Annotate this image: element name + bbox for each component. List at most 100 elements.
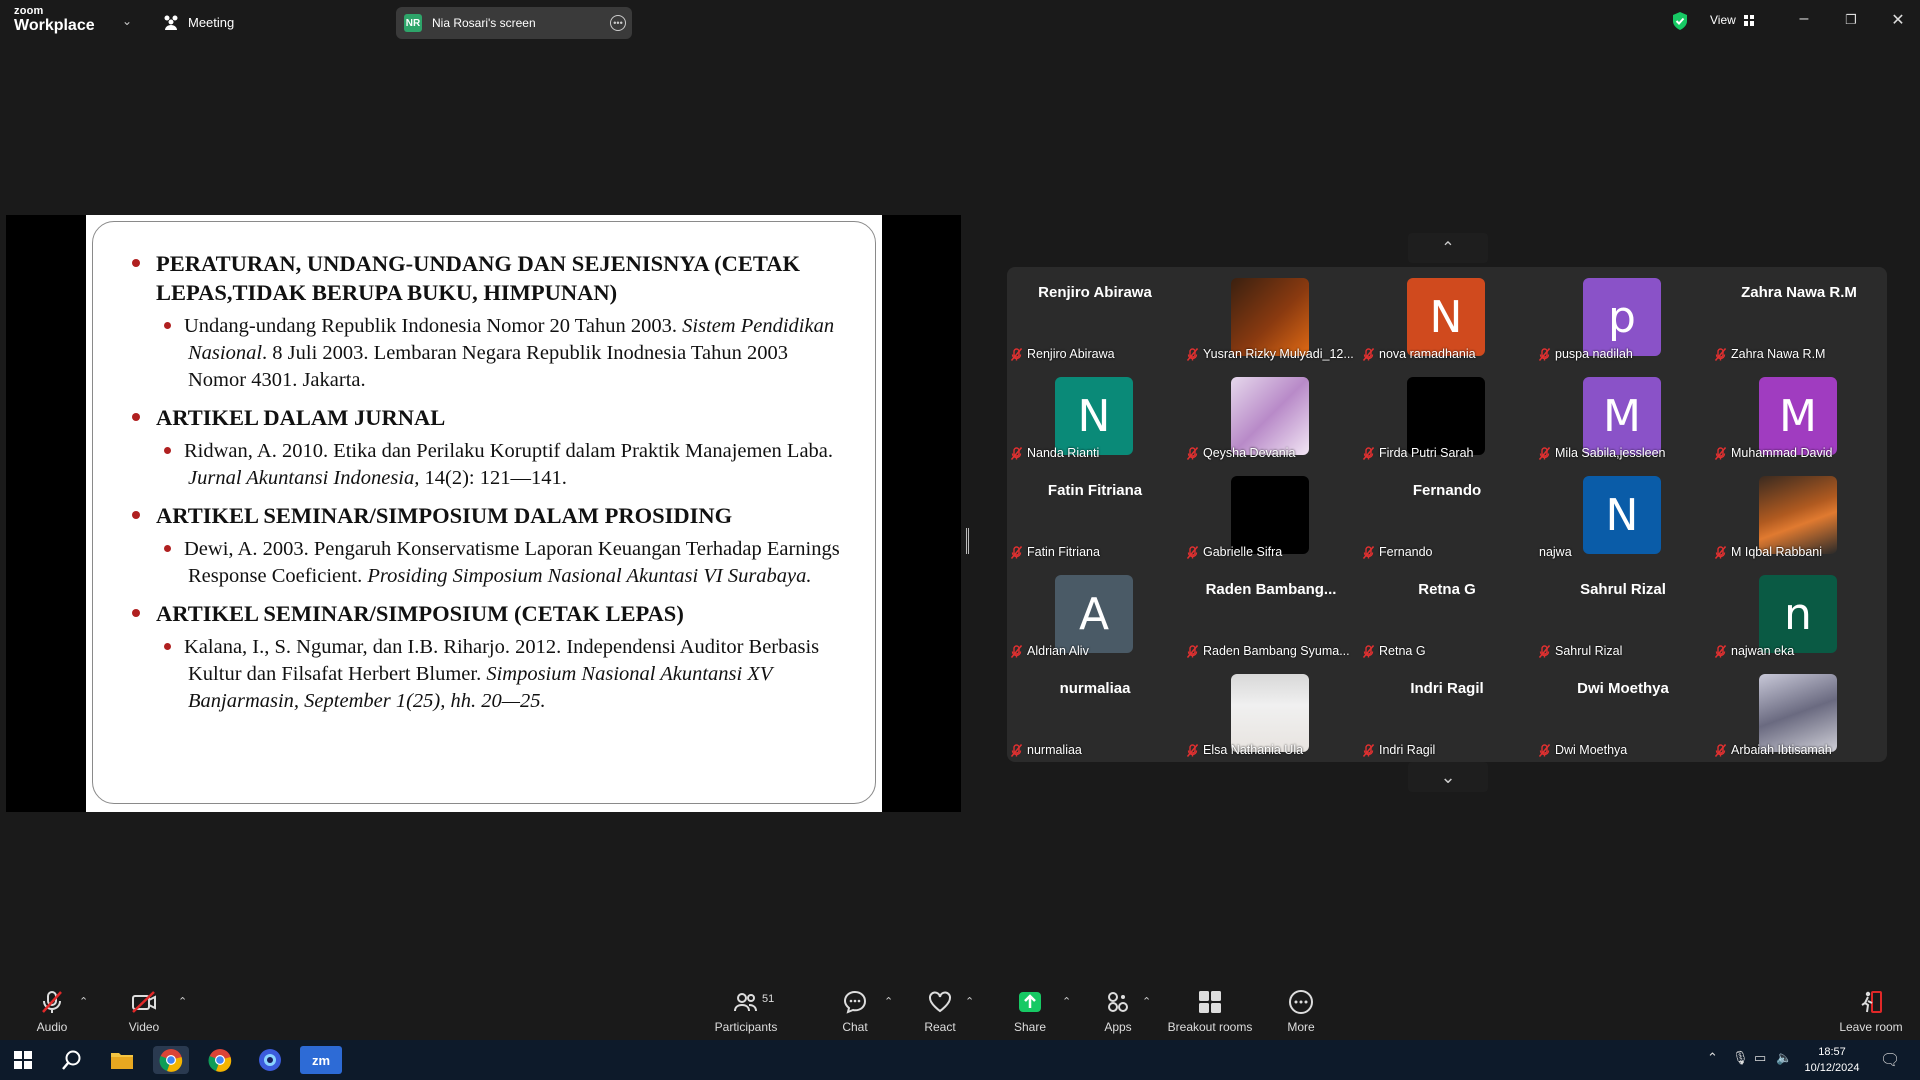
participant-tile[interactable]: M Mila Sabila,jessleen	[1535, 366, 1711, 465]
slide-section-heading: ARTIKEL DALAM JURNAL	[130, 403, 850, 432]
browser-icon[interactable]	[252, 1046, 288, 1074]
gallery-next-page-button[interactable]: ⌄	[1408, 762, 1488, 792]
participant-tile[interactable]: Yusran Rizky Mulyadi_12...	[1183, 267, 1359, 366]
participant-tile[interactable]: Fatin Fitriana Fatin Fitriana	[1007, 465, 1183, 564]
participant-display-name: Raden Bambang...	[1205, 581, 1337, 598]
more-options-icon[interactable]: •••	[610, 15, 626, 31]
splitter-handle[interactable]	[966, 528, 969, 554]
video-button[interactable]: Video	[99, 989, 189, 1034]
participant-name: Nanda Rianti	[1027, 446, 1100, 460]
participant-tile[interactable]: Dwi Moethya Dwi Moethya	[1535, 663, 1711, 762]
participants-button[interactable]: Participants	[701, 989, 791, 1034]
share-options-caret[interactable]: ⌃	[1062, 995, 1071, 1008]
leave-room-button[interactable]: Leave room	[1826, 989, 1916, 1034]
encryption-shield-icon[interactable]	[1671, 11, 1689, 31]
participant-name-label: Raden Bambang Syuma...	[1187, 644, 1350, 658]
presentation-slide: PERATURAN, UNDANG-UNDANG DAN SEJENISNYA …	[86, 215, 882, 812]
participant-name: Zahra Nawa R.M	[1731, 347, 1826, 361]
participant-gallery: Renjiro Abirawa Renjiro Abirawa Yusran Riz…	[1007, 267, 1887, 762]
close-icon[interactable]: ✕	[1888, 10, 1908, 30]
participant-name: Gabrielle Sifra	[1203, 545, 1283, 559]
participant-avatar: N	[1583, 476, 1661, 554]
restore-icon[interactable]: ❐	[1841, 12, 1861, 28]
microphone-tray-icon[interactable]: 🎙	[1732, 1050, 1749, 1066]
participant-name: nova ramadhania	[1379, 347, 1476, 361]
participant-name: M Iqbal Rabbani	[1731, 545, 1823, 559]
chrome-profile-icon[interactable]	[202, 1046, 238, 1074]
audio-options-caret[interactable]: ⌃	[79, 995, 88, 1008]
gallery-prev-page-button[interactable]: ⌃	[1408, 233, 1488, 263]
participant-tile[interactable]: n najwan eka	[1711, 564, 1887, 663]
minimize-icon[interactable]: –	[1794, 10, 1814, 28]
network-icon[interactable]: ▭	[1754, 1050, 1766, 1066]
mic-muted-icon	[1187, 743, 1198, 757]
shared-screen-area: PERATURAN, UNDANG-UNDANG DAN SEJENISNYA …	[6, 215, 961, 812]
shared-screen-pill[interactable]: NR Nia Rosari's screen •••	[396, 7, 632, 39]
participant-tile[interactable]: Arbaiah Ibtisamah	[1711, 663, 1887, 762]
participant-tile[interactable]: Sahrul Rizal Sahrul Rizal	[1535, 564, 1711, 663]
participant-tile[interactable]: Retna G Retna G	[1359, 564, 1535, 663]
apps-options-caret[interactable]: ⌃	[1142, 995, 1151, 1008]
mic-muted-icon	[1187, 644, 1198, 658]
notification-icon[interactable]: 🗨	[1880, 1050, 1900, 1070]
participant-name-label: najwan eka	[1715, 644, 1794, 658]
participant-tile[interactable]: Gabrielle Sifra	[1183, 465, 1359, 564]
mic-muted-icon	[1539, 347, 1550, 361]
tray-expand-icon[interactable]: ⌃	[1707, 1050, 1718, 1066]
react-options-caret[interactable]: ⌃	[965, 995, 974, 1008]
mic-muted-icon	[1363, 545, 1374, 559]
windows-start-icon[interactable]	[5, 1046, 41, 1074]
participant-tile[interactable]: p puspa nadilah	[1535, 267, 1711, 366]
participant-tile[interactable]: nurmaliaa nurmaliaa	[1007, 663, 1183, 762]
participant-tile[interactable]: A Aldrian Aliv	[1007, 564, 1183, 663]
participant-tile[interactable]: Zahra Nawa R.M Zahra Nawa R.M	[1711, 267, 1887, 366]
video-off-icon	[132, 991, 156, 1013]
participant-tile[interactable]: Nnajwa	[1535, 465, 1711, 564]
participant-name-label: M Iqbal Rabbani	[1715, 545, 1822, 559]
search-icon[interactable]	[54, 1046, 90, 1074]
participant-tile[interactable]: N Nanda Rianti	[1007, 366, 1183, 465]
view-button[interactable]: View	[1710, 13, 1754, 27]
participant-name-label: Retna G	[1363, 644, 1426, 658]
file-explorer-icon[interactable]	[104, 1046, 140, 1074]
chat-options-caret[interactable]: ⌃	[884, 995, 893, 1008]
participant-tile[interactable]: M Muhammad David	[1711, 366, 1887, 465]
slide-bullet-item: Kalana, I., S. Ngumar, dan I.B. Riharjo.…	[130, 634, 850, 715]
participant-tile[interactable]: Firda Putri Sarah	[1359, 366, 1535, 465]
participant-name: Yusran Rizky Mulyadi_12...	[1203, 347, 1354, 361]
participant-tile[interactable]: Elsa Nathania Ula	[1183, 663, 1359, 762]
more-button[interactable]: More	[1256, 989, 1346, 1034]
breakout-rooms-button[interactable]: Breakout rooms	[1160, 989, 1260, 1034]
participant-display-name: Sahrul Rizal	[1580, 581, 1666, 598]
participant-tile[interactable]: Nnova ramadhania	[1359, 267, 1535, 366]
chevron-down-icon[interactable]: ⌄	[122, 14, 132, 28]
meeting-menu-button[interactable]: Meeting	[162, 13, 234, 31]
participant-tile[interactable]: Renjiro Abirawa Renjiro Abirawa	[1007, 267, 1183, 366]
windows-taskbar: zm ⌃ 🎙 ▭ 🔈 18:57 10/12/2024 🗨	[0, 1040, 1920, 1080]
bullet-icon	[164, 642, 171, 650]
mic-muted-icon	[1539, 446, 1550, 460]
participant-name: Raden Bambang Syuma...	[1203, 644, 1350, 658]
chat-icon	[843, 990, 867, 1014]
zoom-taskbar-icon[interactable]: zm	[300, 1046, 342, 1074]
participant-name-label: Fatin Fitriana	[1011, 545, 1100, 559]
participant-tile[interactable]: Indri Ragil Indri Ragil	[1359, 663, 1535, 762]
shared-screen-title: Nia Rosari's screen	[432, 16, 536, 30]
volume-icon[interactable]: 🔈	[1776, 1050, 1792, 1066]
participant-avatar: M	[1583, 377, 1661, 455]
mic-muted-icon	[1011, 347, 1022, 361]
participant-tile[interactable]: Raden Bambang... Raden Bambang Syuma...	[1183, 564, 1359, 663]
video-options-caret[interactable]: ⌃	[178, 995, 187, 1008]
mic-muted-icon	[1539, 644, 1550, 658]
taskbar-clock[interactable]: 18:57 10/12/2024	[1798, 1044, 1866, 1076]
participant-name: Renjiro Abirawa	[1027, 347, 1115, 361]
slide-bullet-item: Ridwan, A. 2010. Etika dan Perilaku Koru…	[130, 438, 850, 492]
participant-display-name: Zahra Nawa R.M	[1741, 284, 1857, 301]
participant-name: puspa nadilah	[1555, 347, 1633, 361]
participant-tile[interactable]: M Iqbal Rabbani	[1711, 465, 1887, 564]
participant-display-name: Fernando	[1412, 482, 1482, 499]
chrome-icon[interactable]	[153, 1046, 189, 1074]
mic-muted-icon	[1539, 743, 1550, 757]
participant-tile[interactable]: Fernando Fernando	[1359, 465, 1535, 564]
participant-tile[interactable]: Qeysha Devania	[1183, 366, 1359, 465]
